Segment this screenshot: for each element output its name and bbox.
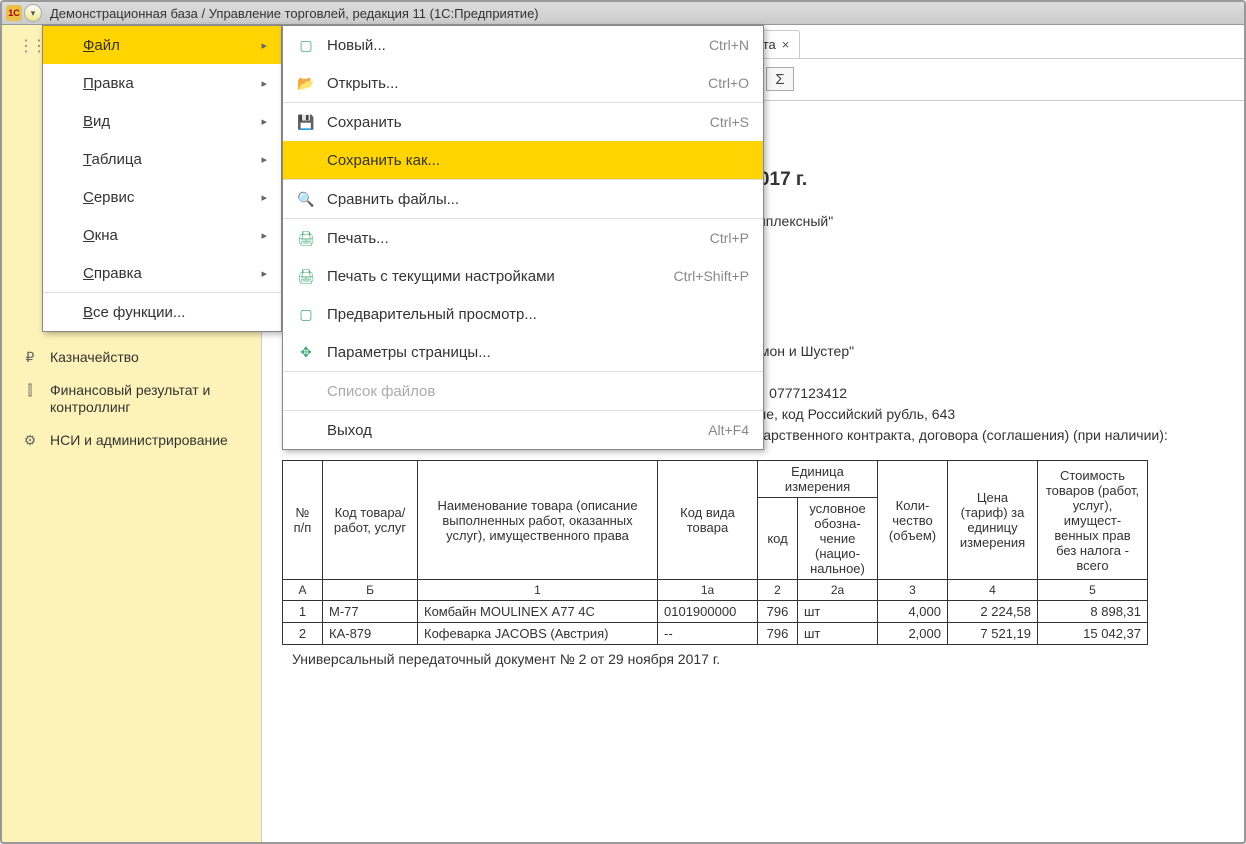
submenu-item[interactable]: Сохранить как...: [283, 141, 763, 179]
menu-icon: 🖨: [295, 268, 317, 285]
submenu-item[interactable]: 📂Открыть...Ctrl+O: [283, 64, 763, 102]
ruble-icon: ₽: [22, 349, 38, 366]
menu-item-правка[interactable]: Правка▸: [43, 64, 281, 102]
menu-icon: 🔍: [295, 191, 317, 208]
submenu-item[interactable]: ▢Новый...Ctrl+N: [283, 26, 763, 64]
titlebar-dropdown-icon[interactable]: ▾: [24, 4, 42, 22]
file-submenu[interactable]: ▢Новый...Ctrl+N📂Открыть...Ctrl+O💾Сохрани…: [282, 25, 764, 450]
submenu-item[interactable]: 🔍Сравнить файлы...: [283, 180, 763, 218]
menu-item-окна[interactable]: Окна▸: [43, 216, 281, 254]
submenu-item[interactable]: ✥Параметры страницы...: [283, 333, 763, 371]
doc-table: № п/п Код товара/ работ, услуг Наименова…: [282, 460, 1148, 645]
table-row[interactable]: 2КА-879Кофеварка JACOBS (Австрия)--796шт…: [283, 623, 1148, 645]
menu-item-таблица[interactable]: Таблица▸: [43, 140, 281, 178]
doc-title: я 2017 г.: [732, 169, 1224, 191]
submenu-item[interactable]: ВыходAlt+F4: [283, 411, 763, 449]
titlebar: 1C ▾ Демонстрационная база / Управление …: [2, 2, 1244, 25]
submenu-item[interactable]: ▢Предварительный просмотр...: [283, 295, 763, 333]
menu-icon: ✥: [295, 344, 317, 361]
menu-item-вид[interactable]: Вид▸: [43, 102, 281, 140]
menu-item-все функции...[interactable]: Все функции...: [43, 293, 281, 331]
submenu-item[interactable]: 💾СохранитьCtrl+S: [283, 103, 763, 141]
menu-icon: ▢: [295, 37, 317, 54]
sidebar-label: НСИ и администрирование: [50, 432, 228, 449]
window-title: Демонстрационная база / Управление торго…: [50, 6, 539, 21]
sidebar-item-fin-result[interactable]: ⫿ Финансовый результат и контроллинг: [2, 374, 261, 424]
menu-icon: 🖨: [295, 230, 317, 247]
gear-icon: ⚙: [22, 432, 38, 449]
submenu-item[interactable]: 🖨Печать...Ctrl+P: [283, 219, 763, 257]
doc-footer: Универсальный передаточный документ № 2 …: [292, 651, 1224, 667]
submenu-item[interactable]: 🖨Печать с текущими настройкамиCtrl+Shift…: [283, 257, 763, 295]
menu-item-сервис[interactable]: Сервис▸: [43, 178, 281, 216]
sidebar-item-nsi-admin[interactable]: ⚙ НСИ и администрирование: [2, 424, 261, 457]
sidebar-item-treasury[interactable]: ₽ Казначейство: [2, 341, 261, 374]
menu-icon: ▢: [295, 306, 317, 323]
menu-item-файл[interactable]: Файл▸: [43, 26, 281, 64]
main-menu[interactable]: Файл▸Правка▸Вид▸Таблица▸Сервис▸Окна▸Спра…: [42, 25, 282, 332]
bars-icon: ⫿: [22, 382, 38, 399]
menu-icon: 📂: [295, 75, 317, 92]
sum-button[interactable]: Σ: [766, 67, 794, 91]
submenu-item: Список файлов: [283, 372, 763, 410]
table-row[interactable]: 1М-77Комбайн MOULINEX А77 4С010190000079…: [283, 601, 1148, 623]
app-logo-icon: 1C: [6, 5, 22, 21]
sidebar-label: Финансовый результат и контроллинг: [50, 382, 251, 416]
sidebar-label: Казначейство: [50, 349, 139, 366]
menu-icon: 💾: [295, 114, 317, 131]
close-icon[interactable]: ×: [782, 37, 790, 52]
menu-item-справка[interactable]: Справка▸: [43, 254, 281, 292]
